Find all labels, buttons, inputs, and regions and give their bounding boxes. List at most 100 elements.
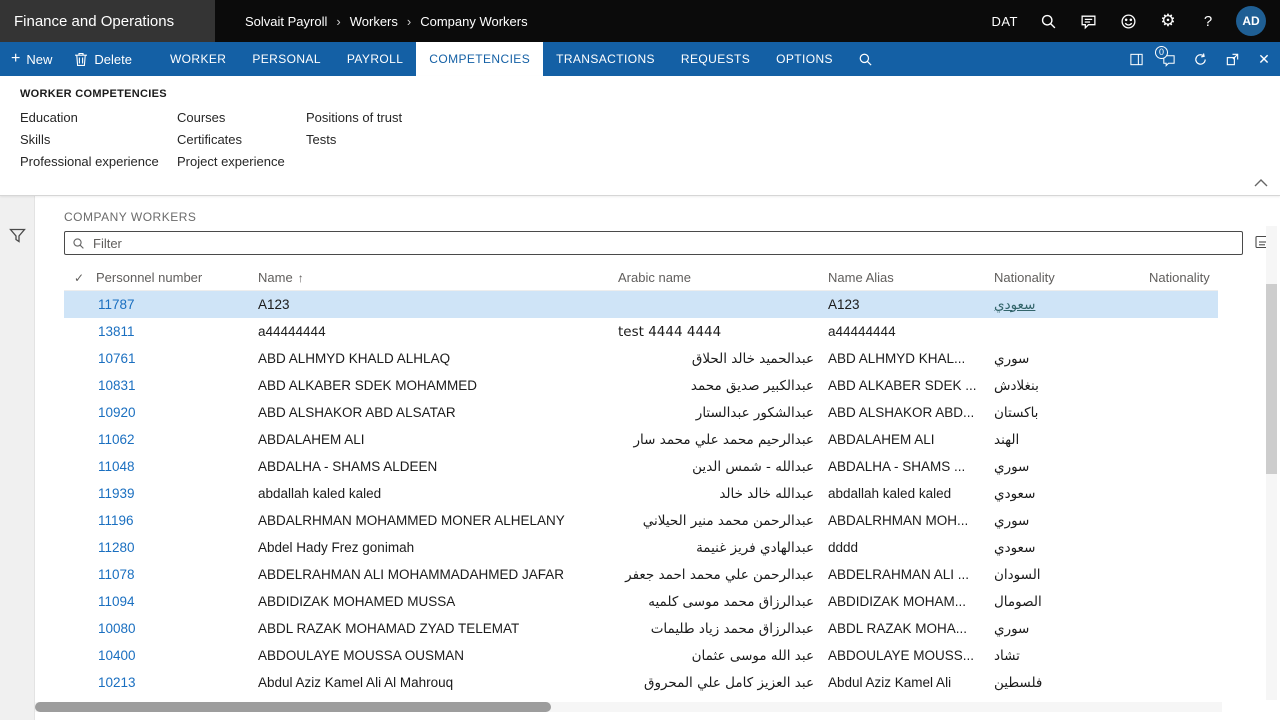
filter-input[interactable] [91, 234, 1235, 252]
ribbon-link-professional-experience[interactable]: Professional experience [20, 154, 177, 169]
nationality-cell: سوري [994, 458, 1030, 475]
table-row[interactable]: 11787 A123 A123 سعودي [64, 291, 1218, 318]
personnel-number-link[interactable]: 11280 [96, 540, 258, 555]
table-row[interactable]: 10080 ABDL RAZAK MOHAMAD ZYAD TELEMAT عبدا… [64, 615, 1218, 642]
nationality-cell: الصومال [994, 593, 1042, 610]
avatar[interactable]: AD [1236, 6, 1266, 36]
close-icon[interactable]: ✕ [1248, 42, 1280, 76]
arabic-name-cell: عبدالله - شمس الدين [692, 458, 814, 475]
column-header-name[interactable]: Name ↑ [258, 270, 618, 285]
table-row[interactable]: 11196 ABDALRHMAN MOHAMMED MONER ALHELANY ع… [64, 507, 1218, 534]
table-row[interactable]: 10213 Abdul Aziz Kamel Ali Al Mahrouq عبد … [64, 669, 1218, 696]
column-header-personnel-number[interactable]: Personnel number [96, 270, 258, 285]
name-cell: ABD ALKABER SDEK MOHAMMED [258, 378, 478, 393]
tab-worker[interactable]: WORKER [157, 42, 239, 76]
ribbon-link-positions-of-trust[interactable]: Positions of trust [306, 110, 402, 125]
name-alias-cell: ABDALAHEM ALI [828, 432, 935, 447]
ribbon-link-courses[interactable]: Courses [177, 110, 306, 125]
breadcrumb-area[interactable]: Workers [350, 14, 398, 29]
ribbon-link-skills[interactable]: Skills [20, 132, 177, 147]
name-alias-cell: A123 [828, 297, 860, 312]
table-row[interactable]: 11062 ABDALAHEM ALI عبدالرحيم محمد علي محم… [64, 426, 1218, 453]
table-row[interactable]: 10920 ABD ALSHAKOR ABD ALSATAR عبدالشكور ع… [64, 399, 1218, 426]
tab-competencies[interactable]: COMPETENCIES [416, 42, 544, 76]
arabic-name-cell: عبدالرحمن علي محمد احمد جعفر [625, 566, 814, 583]
name-cell: ABDIDIZAK MOHAMED MUSSA [258, 594, 456, 609]
table-row[interactable]: 11048 ABDALHA - SHAMS ALDEEN عبدالله - شمس… [64, 453, 1218, 480]
arabic-name-cell: عبد الله موسى عثمان [691, 647, 814, 664]
table-row[interactable]: 10400 ABDOULAYE MOUSSA OUSMAN عبد الله موس… [64, 642, 1218, 669]
nationality-cell: بنغلادش [994, 377, 1039, 394]
gear-icon[interactable]: ⚙ [1148, 0, 1188, 42]
messages-icon[interactable]: 0 [1152, 42, 1184, 76]
horizontal-scrollbar-thumb[interactable] [35, 702, 551, 712]
table-row[interactable]: 13811 a44444444 test 4444 4444 a44444444 [64, 318, 1218, 345]
personnel-number-link[interactable]: 10213 [96, 675, 258, 690]
tab-requests[interactable]: REQUESTS [668, 42, 763, 76]
plus-icon: + [11, 50, 21, 67]
personnel-number-link[interactable]: 11048 [96, 459, 258, 474]
vertical-scrollbar[interactable] [1266, 226, 1277, 700]
column-header-arabic-name[interactable]: Arabic name [618, 270, 828, 285]
table-row[interactable]: 11094 ABDIDIZAK MOHAMED MUSSA عبدالرزاق مح… [64, 588, 1218, 615]
collapse-flyout-button[interactable] [1252, 173, 1270, 192]
feedback-icon[interactable] [1068, 0, 1108, 42]
name-cell: ABDELRAHMAN ALI MOHAMMADAHMED JAFAR [258, 567, 565, 582]
arabic-name-cell: عبد العزيز كامل علي المحروق [643, 674, 814, 691]
quick-filter[interactable] [64, 231, 1243, 255]
tab-personal[interactable]: PERSONAL [239, 42, 334, 76]
personnel-number-link[interactable]: 10761 [96, 351, 258, 366]
column-header-nationality-2[interactable]: Nationality [1149, 270, 1218, 285]
filter-pane-icon[interactable] [7, 226, 28, 249]
column-header-name-alias[interactable]: Name Alias [828, 270, 994, 285]
personnel-number-link[interactable]: 11062 [96, 432, 258, 447]
side-panel-icon[interactable] [1120, 42, 1152, 76]
arabic-name-cell: عبدالرحيم محمد علي محمد سار [633, 431, 815, 448]
breadcrumb: Solvait Payroll › Workers › Company Work… [245, 14, 528, 29]
open-in-new-window-icon[interactable] [1216, 42, 1248, 76]
refresh-icon[interactable] [1184, 42, 1216, 76]
breadcrumb-page[interactable]: Company Workers [420, 14, 527, 29]
ribbon-link-education[interactable]: Education [20, 110, 177, 125]
personnel-number-link[interactable]: 11787 [96, 297, 258, 312]
personnel-number-link[interactable]: 10831 [96, 378, 258, 393]
command-tabs: WORKER PERSONAL PAYROLL COMPETENCIES TRANSAC… [157, 42, 846, 76]
personnel-number-link[interactable]: 10400 [96, 648, 258, 663]
personnel-number-link[interactable]: 10080 [96, 621, 258, 636]
new-button[interactable]: + New [0, 42, 63, 76]
vertical-scrollbar-thumb[interactable] [1266, 284, 1277, 474]
select-all-check-icon[interactable]: ✓ [64, 271, 96, 285]
personnel-number-link[interactable]: 11196 [96, 513, 258, 528]
personnel-number-link[interactable]: 10920 [96, 405, 258, 420]
ribbon-link-project-experience[interactable]: Project experience [177, 154, 306, 169]
tab-options[interactable]: OPTIONS [763, 42, 846, 76]
breadcrumb-module[interactable]: Solvait Payroll [245, 14, 327, 29]
table-row[interactable]: 11280 Abdel Hady Frez gonimah عبدالهادي فر… [64, 534, 1218, 561]
help-icon[interactable]: ? [1188, 0, 1228, 42]
personnel-number-link[interactable]: 13811 [96, 324, 258, 339]
ribbon-link-tests[interactable]: Tests [306, 132, 402, 147]
arabic-name-cell: عبدالرحمن محمد منير الحيلاني [642, 512, 814, 529]
personnel-number-link[interactable]: 11078 [96, 567, 258, 582]
table-row[interactable]: 11078 ABDELRAHMAN ALI MOHAMMADAHMED JAFAR… [64, 561, 1218, 588]
table-row[interactable]: 10831 ABD ALKABER SDEK MOHAMMED عبدالكبير … [64, 372, 1218, 399]
table-row[interactable]: 11939 abdallah kaled kaled عبدالله خالد خا… [64, 480, 1218, 507]
delete-button[interactable]: Delete [63, 42, 143, 76]
horizontal-scrollbar[interactable] [35, 702, 1222, 712]
tab-payroll[interactable]: PAYROLL [334, 42, 416, 76]
app-title[interactable]: Finance and Operations [0, 0, 215, 42]
new-button-label: New [26, 51, 53, 67]
ribbon-link-certificates[interactable]: Certificates [177, 132, 306, 147]
table-row[interactable]: 10761 ABD ALHMYD KHALD ALHLAQ عبدالحميد خا… [64, 345, 1218, 372]
personnel-number-link[interactable]: 11939 [96, 486, 258, 501]
tab-transactions[interactable]: TRANSACTIONS [543, 42, 668, 76]
grid-caption: COMPANY WORKERS [64, 210, 197, 224]
name-cell: ABD ALSHAKOR ABD ALSATAR [258, 405, 456, 420]
trash-icon [74, 52, 88, 67]
name-cell: ABDOULAYE MOUSSA OUSMAN [258, 648, 465, 663]
search-icon[interactable] [1028, 0, 1068, 42]
smiley-icon[interactable] [1108, 0, 1148, 42]
personnel-number-link[interactable]: 11094 [96, 594, 258, 609]
column-header-nationality[interactable]: Nationality [994, 270, 1149, 285]
command-search-icon[interactable] [846, 42, 885, 76]
